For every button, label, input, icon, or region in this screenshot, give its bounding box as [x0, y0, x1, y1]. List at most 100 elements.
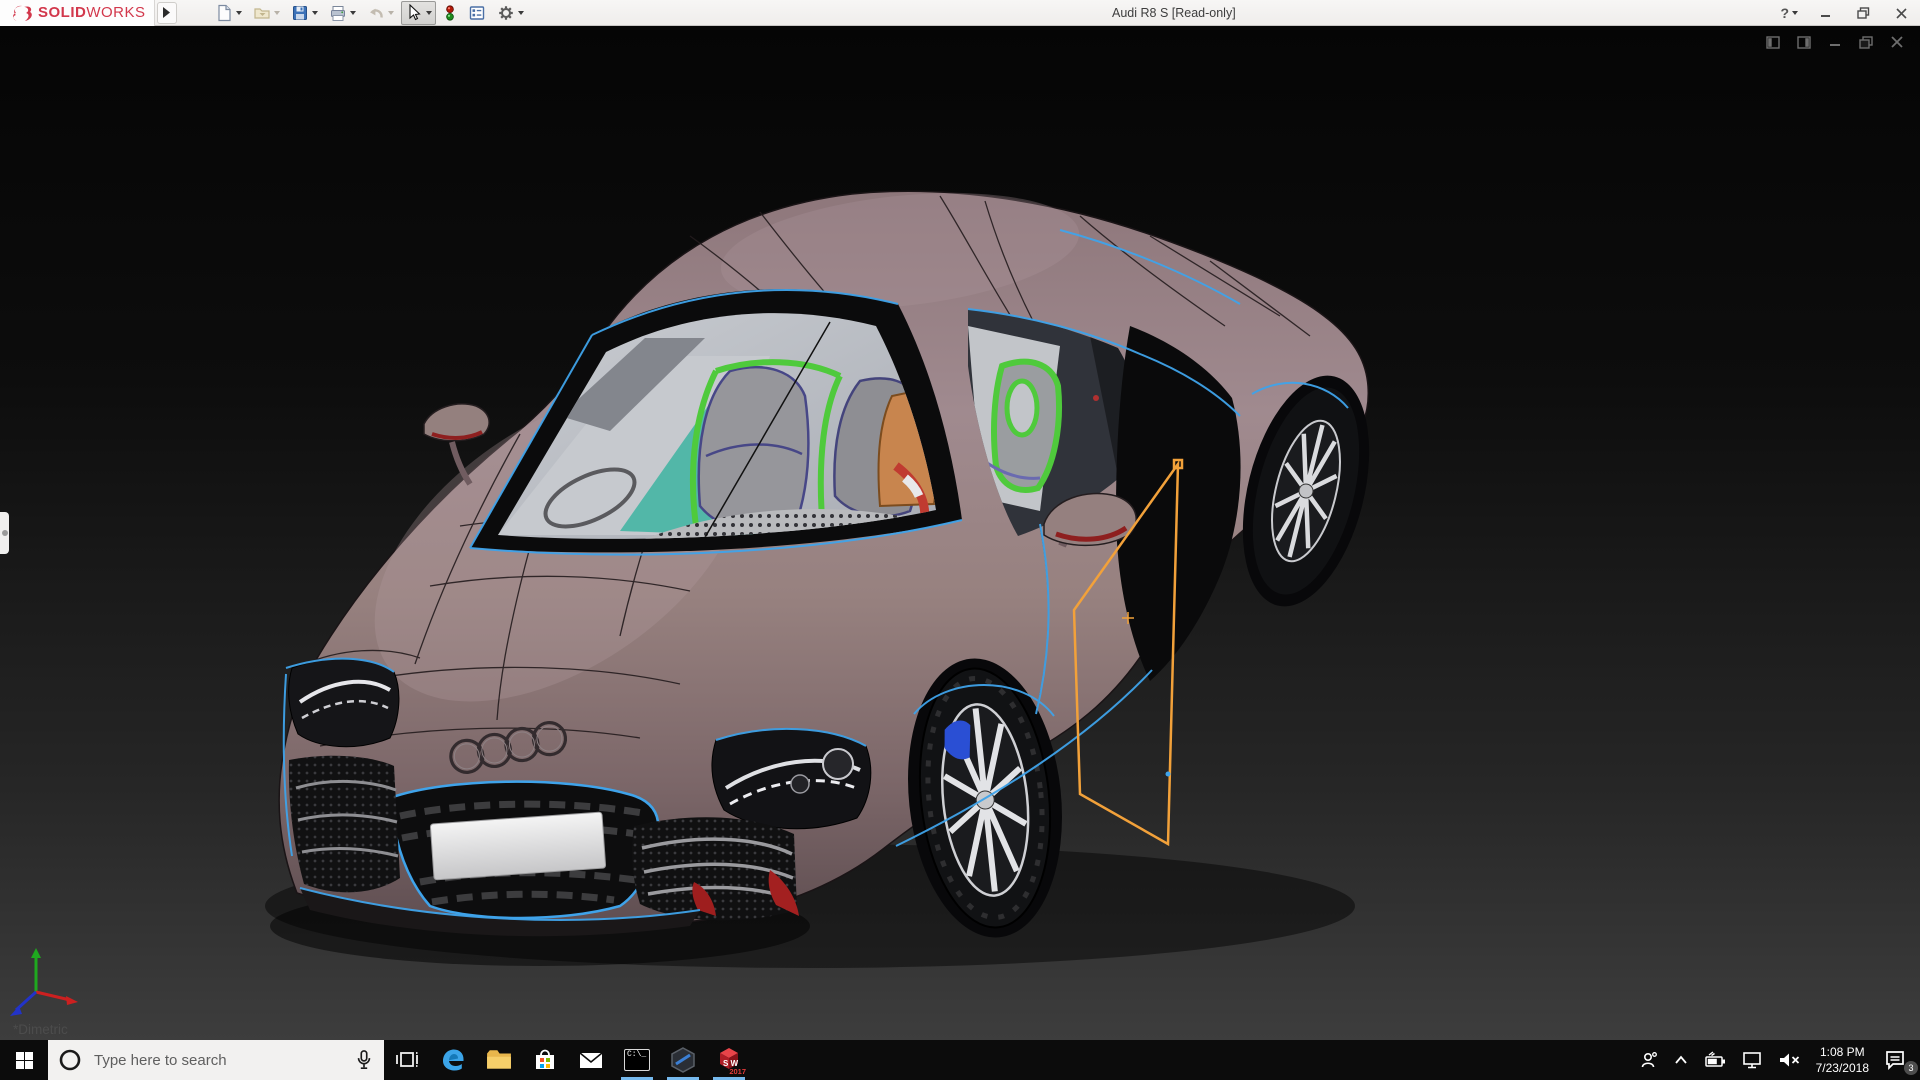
network-icon	[1742, 1052, 1761, 1069]
file-explorer-button[interactable]	[476, 1040, 522, 1080]
brand-solid: SOLID	[38, 4, 87, 21]
flyout-arrow-icon	[163, 7, 171, 18]
solidworks-year-label: 2017	[729, 1067, 746, 1076]
pane-right-button[interactable]	[1795, 34, 1813, 50]
solidworks-2017-button[interactable]: S W 2017	[706, 1040, 752, 1080]
mail-button[interactable]	[568, 1040, 614, 1080]
start-button[interactable]	[0, 1040, 48, 1080]
select-tool-button[interactable]	[400, 0, 436, 25]
windows-logo-icon	[15, 1051, 33, 1069]
restore-button[interactable]	[1852, 2, 1874, 24]
solidworks-2017-icon: S W 2017	[714, 1045, 746, 1076]
edrawings-hexagon-icon	[671, 1047, 695, 1073]
select-cursor-icon	[408, 3, 421, 20]
document-window-controls	[1764, 34, 1906, 50]
clock-time: 1:08 PM	[1819, 1044, 1865, 1059]
action-center-button[interactable]: 3	[1877, 1040, 1920, 1080]
undo-button[interactable]	[363, 1, 398, 25]
task-view-icon	[396, 1052, 418, 1067]
doc-minimize-button[interactable]	[1826, 34, 1844, 50]
volume-mute-icon	[1779, 1053, 1799, 1067]
edrawings-button[interactable]	[660, 1040, 706, 1080]
pane-left-button[interactable]	[1764, 34, 1782, 50]
print-button[interactable]	[325, 1, 360, 25]
save-floppy-icon	[292, 5, 307, 20]
people-button[interactable]	[1632, 1040, 1666, 1080]
task-view-button[interactable]	[384, 1040, 430, 1080]
doc-close-button[interactable]	[1888, 34, 1906, 50]
pane-left-icon	[1766, 35, 1780, 49]
mail-icon	[579, 1052, 603, 1068]
menu-flyout-arrow-button[interactable]	[156, 1, 177, 24]
cortana-icon	[59, 1049, 81, 1071]
triad-x-axis-icon	[66, 996, 78, 1005]
battery-button[interactable]	[1696, 1040, 1734, 1080]
display-pane-button[interactable]	[464, 1, 490, 25]
orientation-triad	[10, 948, 78, 1016]
options-gear-icon	[498, 5, 513, 20]
close-icon	[1895, 7, 1907, 19]
brand-works: WORKS	[86, 4, 146, 21]
store-icon	[536, 1049, 554, 1069]
chevron-up-icon	[1674, 1055, 1687, 1064]
graphics-area[interactable]: *Dimetric	[0, 26, 1920, 1040]
help-glyph: ?	[1780, 5, 1789, 21]
clock[interactable]: 1:08 PM 7/23/2018	[1808, 1040, 1877, 1080]
triad-y-axis-icon	[31, 948, 41, 958]
options-button[interactable]	[493, 1, 528, 25]
svg-text:S: S	[723, 1059, 729, 1068]
store-button[interactable]	[522, 1040, 568, 1080]
windows-taskbar: C:\_ S W 2017	[0, 1040, 1920, 1080]
help-button[interactable]: ?	[1780, 5, 1798, 21]
new-document-icon	[217, 4, 231, 21]
undo-arrow-icon	[369, 8, 383, 18]
rebuild-button[interactable]	[439, 1, 461, 25]
system-tray: 1:08 PM 7/23/2018 3	[1632, 1040, 1920, 1080]
title-bar: SOLIDWORKS Audi R8 S [Read-only] ?	[0, 0, 1920, 26]
solidworks-window: SOLIDWORKS Audi R8 S [Read-only] ? *Dime…	[0, 0, 1920, 1080]
edge-button[interactable]	[430, 1040, 476, 1080]
save-button[interactable]	[287, 1, 322, 25]
doc-minimize-icon	[1830, 44, 1840, 46]
minimize-button[interactable]	[1814, 2, 1836, 24]
pane-right-icon	[1797, 35, 1811, 49]
command-prompt-icon: C:\_	[624, 1049, 650, 1071]
new-document-button[interactable]	[211, 1, 246, 25]
open-button[interactable]	[249, 1, 284, 25]
people-icon	[1641, 1052, 1657, 1068]
document-title: Audi R8 S [Read-only]	[1112, 6, 1236, 20]
print-icon	[330, 5, 345, 21]
window-controls: ?	[1780, 0, 1912, 26]
command-prompt-glyph: C:\	[627, 1050, 642, 1059]
tray-overflow-button[interactable]	[1666, 1040, 1696, 1080]
doc-restore-icon	[1859, 35, 1873, 49]
battery-power-icon	[1704, 1051, 1725, 1067]
dassault-3ds-icon	[13, 5, 32, 21]
doc-close-icon	[1891, 36, 1903, 48]
brand-text: SOLIDWORKS	[38, 4, 146, 21]
quick-access-toolbar	[211, 0, 528, 25]
search-input[interactable]	[92, 1050, 344, 1070]
pane-tab-dot-icon	[1, 530, 8, 536]
car-model-audi-r8	[265, 190, 1370, 968]
feature-pane-collapsed-tab[interactable]	[0, 512, 9, 554]
solidworks-logo: SOLIDWORKS	[0, 0, 155, 26]
rebuild-traffic-light-icon	[445, 4, 454, 21]
network-button[interactable]	[1734, 1040, 1770, 1080]
notification-badge: 3	[1904, 1061, 1918, 1075]
doc-restore-button[interactable]	[1857, 34, 1875, 50]
help-dropdown-icon	[1792, 11, 1798, 15]
taskbar-search-box[interactable]	[48, 1040, 384, 1080]
volume-button[interactable]	[1770, 1040, 1808, 1080]
taskbar-spacer	[752, 1040, 1632, 1080]
file-explorer-icon	[487, 1050, 511, 1069]
edge-icon	[443, 1049, 464, 1071]
restore-icon	[1856, 7, 1869, 19]
close-button[interactable]	[1890, 2, 1912, 24]
microphone-icon[interactable]	[354, 1049, 374, 1071]
view-orientation-label: *Dimetric	[13, 1022, 68, 1037]
open-folder-icon	[253, 7, 270, 19]
command-prompt-button[interactable]: C:\_	[614, 1040, 660, 1080]
minimize-icon	[1820, 14, 1830, 17]
action-center-icon	[1886, 1051, 1904, 1071]
